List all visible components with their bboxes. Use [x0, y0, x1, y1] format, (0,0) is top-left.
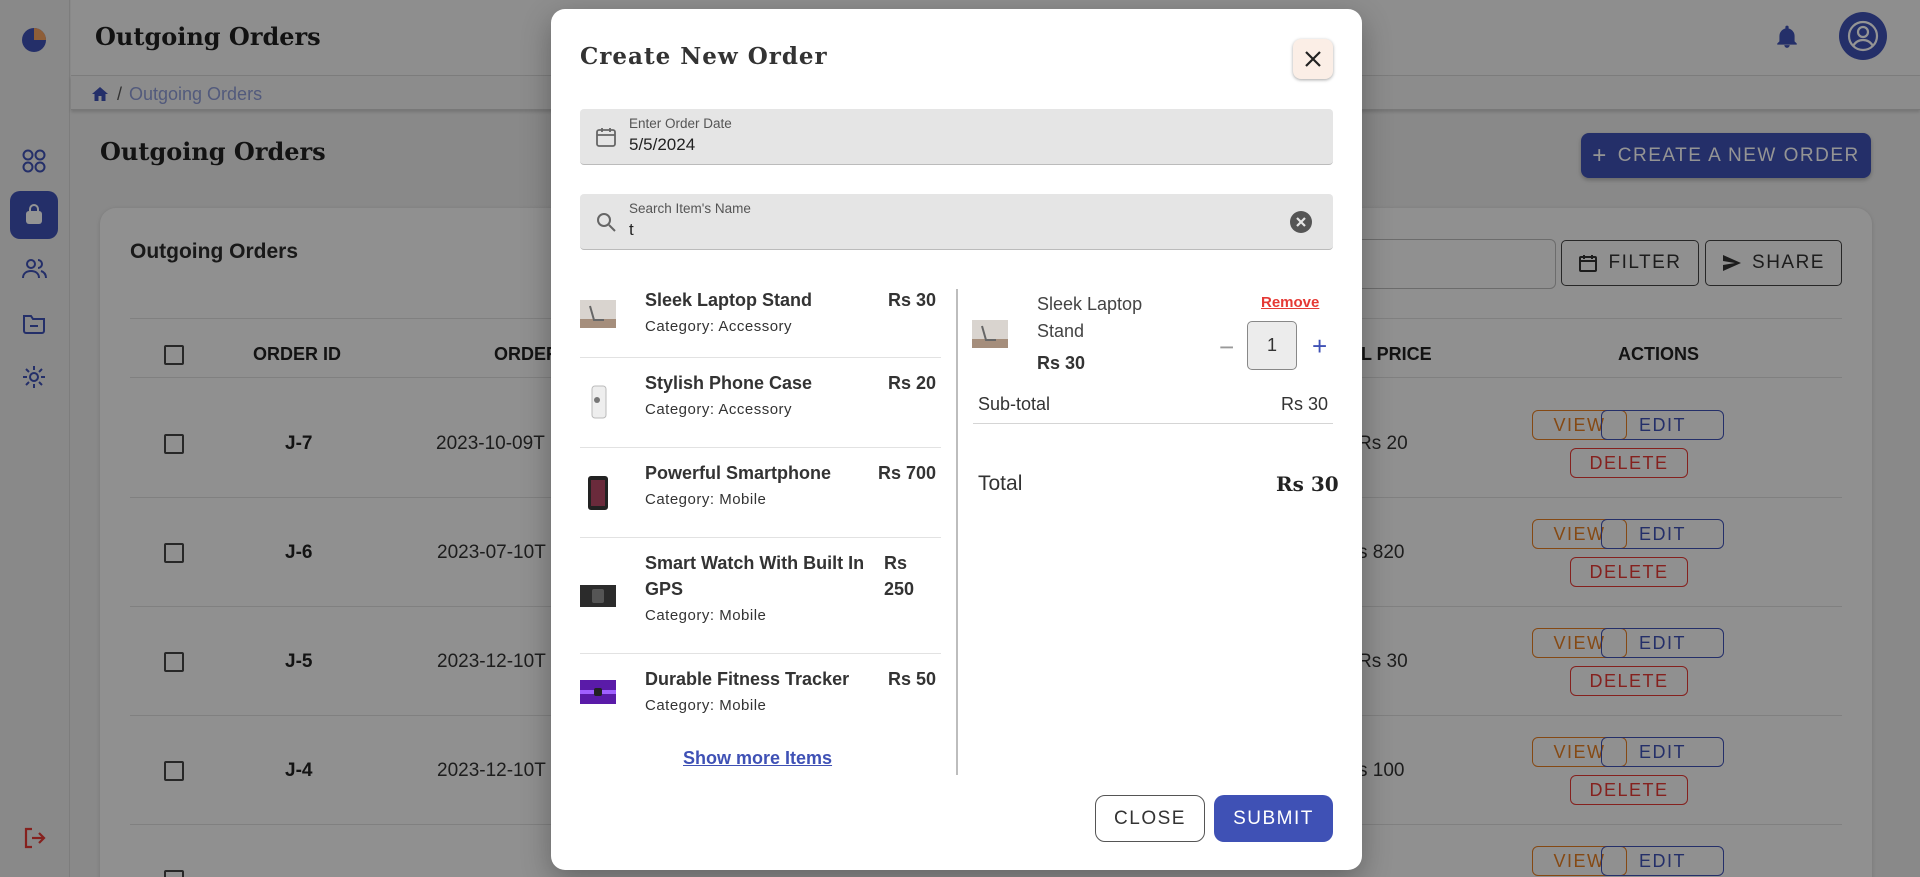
subtotal-value: Rs 30 — [1281, 394, 1329, 414]
item-search-value: t — [629, 220, 634, 239]
total-value: Rs 30 — [1276, 472, 1339, 496]
list-item[interactable]: Smart Watch With Built In GPS Category: … — [580, 538, 941, 654]
create-order-modal: Create New Order Enter Order Date 5/5/20… — [551, 9, 1362, 870]
order-date-value: 5/5/2024 — [629, 135, 696, 154]
item-category: Category: Accessory — [645, 318, 793, 335]
subtotal-divider — [973, 423, 1333, 424]
item-category: Category: Mobile — [645, 697, 767, 714]
item-thumbnail — [580, 585, 616, 607]
item-thumbnail — [580, 383, 616, 421]
item-name: Durable Fitness Tracker — [645, 669, 850, 689]
item-price-line2: 250 — [884, 579, 915, 599]
order-date-field[interactable]: Enter Order Date 5/5/2024 — [580, 109, 1333, 165]
list-item[interactable]: Powerful Smartphone Category: Mobile Rs … — [580, 448, 941, 538]
cart-item-name-line1: Sleek Laptop — [1037, 294, 1143, 314]
list-item[interactable]: Sleek Laptop Stand Category: Accessory R… — [580, 280, 941, 358]
clear-search-icon[interactable] — [1289, 210, 1313, 234]
subtotal-label: Sub-total — [978, 394, 1051, 414]
show-more-link[interactable]: Show more Items — [683, 748, 832, 769]
modal-close-button[interactable] — [1293, 39, 1333, 79]
calendar-icon — [596, 128, 616, 147]
item-category: Category: Mobile — [645, 607, 767, 624]
item-thumbnail — [580, 680, 616, 704]
item-name: Smart Watch With Built In — [645, 553, 865, 573]
close-icon — [1305, 51, 1321, 67]
submit-button[interactable]: SUBMIT — [1214, 795, 1333, 842]
panel-divider — [956, 289, 958, 775]
cart-item-price: Rs 30 — [1037, 353, 1086, 373]
close-button[interactable]: CLOSE — [1095, 795, 1205, 842]
item-price: Rs — [884, 553, 908, 573]
item-price: Rs 30 — [888, 290, 937, 310]
item-price: Rs 700 — [878, 463, 937, 483]
item-thumbnail — [580, 300, 616, 328]
quantity-input[interactable]: 1 — [1247, 321, 1297, 370]
order-date-label: Enter Order Date — [629, 116, 732, 131]
list-item[interactable]: Durable Fitness Tracker Category: Mobile… — [580, 654, 941, 726]
decrease-quantity-button[interactable]: − — [1219, 332, 1234, 363]
item-name: Stylish Phone Case — [645, 373, 813, 393]
increase-quantity-button[interactable]: + — [1312, 331, 1327, 362]
modal-title: Create New Order — [580, 43, 828, 70]
item-name: Powerful Smartphone — [645, 463, 832, 483]
list-item[interactable]: Stylish Phone Case Category: Accessory R… — [580, 358, 941, 448]
item-category: Category: Mobile — [645, 491, 767, 508]
item-thumbnail — [580, 474, 616, 512]
item-search-field[interactable]: Search Item's Name t — [580, 194, 1333, 250]
item-name: Sleek Laptop Stand — [645, 290, 813, 310]
item-search-label: Search Item's Name — [629, 201, 751, 216]
total-label: Total — [978, 472, 1023, 495]
cart-item-name-line2: Stand — [1037, 321, 1085, 341]
item-price: Rs 50 — [888, 669, 937, 689]
item-list: Sleek Laptop Stand Category: Accessory R… — [580, 280, 941, 774]
item-category: Category: Accessory — [645, 401, 793, 418]
item-price: Rs 20 — [888, 373, 937, 393]
search-icon — [597, 213, 616, 232]
remove-item-link[interactable]: Remove — [1261, 294, 1319, 311]
item-name-line2: GPS — [645, 579, 684, 599]
cart-item-thumbnail — [972, 320, 1008, 348]
cart-item-name: Sleek Laptop Stand — [1037, 291, 1177, 345]
